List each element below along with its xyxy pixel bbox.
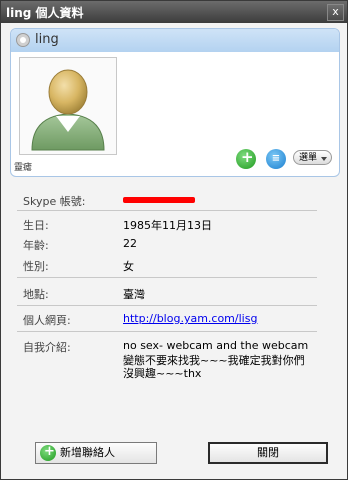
profile-name: ling: [35, 32, 59, 47]
avatar-caption: 靈瘧: [14, 163, 33, 173]
default-avatar-icon: [31, 69, 105, 151]
about-line: no sex- webcam and the webcam: [123, 339, 309, 352]
add-contact-icon[interactable]: [236, 148, 256, 169]
close-icon: x: [332, 5, 339, 18]
add-contact-icon: [40, 442, 56, 462]
add-contact-button-label: 新增聯絡人: [60, 446, 115, 459]
birthday-label: 生日:: [23, 219, 49, 232]
about-label: 自我介紹:: [23, 341, 71, 354]
gender-value: 女: [123, 260, 134, 273]
close-button-label: 關閉: [257, 446, 279, 459]
location-value: 臺灣: [123, 288, 145, 301]
age-label: 年齡:: [23, 239, 49, 252]
homepage-label: 個人網頁:: [23, 314, 71, 327]
chevron-down-icon: [321, 157, 327, 161]
title-bar[interactable]: ling 個人資料 x: [1, 1, 347, 23]
divider: [17, 331, 317, 332]
options-dropdown[interactable]: 選單: [293, 150, 332, 165]
about-line: 沒興趣~~~thx: [123, 367, 202, 380]
birthday-value: 1985年11月13日: [123, 219, 212, 232]
profile-window: ling 個人資料 x ling 靈瘧 + ≡ 選單 Skype 帳號: 生日:…: [0, 0, 348, 480]
homepage-link[interactable]: http://blog.yam.com/lisg: [123, 312, 257, 325]
skype-id-label: Skype 帳號:: [23, 195, 86, 208]
close-button[interactable]: 關閉: [208, 442, 328, 464]
location-label: 地點:: [23, 288, 49, 301]
window-close-button[interactable]: x: [327, 4, 344, 21]
divider: [17, 210, 317, 211]
profile-card-header: ling: [11, 29, 339, 52]
add-contact-button[interactable]: 新增聯絡人: [35, 442, 157, 464]
avatar: [19, 57, 117, 155]
online-status-icon: [16, 33, 30, 47]
divider: [17, 305, 317, 306]
age-value: 22: [123, 237, 137, 250]
profile-card: ling 靈瘧 + ≡ 選單: [10, 28, 340, 177]
window-title: ling 個人資料: [6, 6, 84, 20]
options-label: 選單: [299, 153, 318, 163]
gender-label: 性別:: [23, 260, 49, 273]
chat-icon[interactable]: ≡: [266, 149, 286, 169]
divider: [17, 277, 317, 278]
redacted-skype-id: [123, 197, 195, 203]
